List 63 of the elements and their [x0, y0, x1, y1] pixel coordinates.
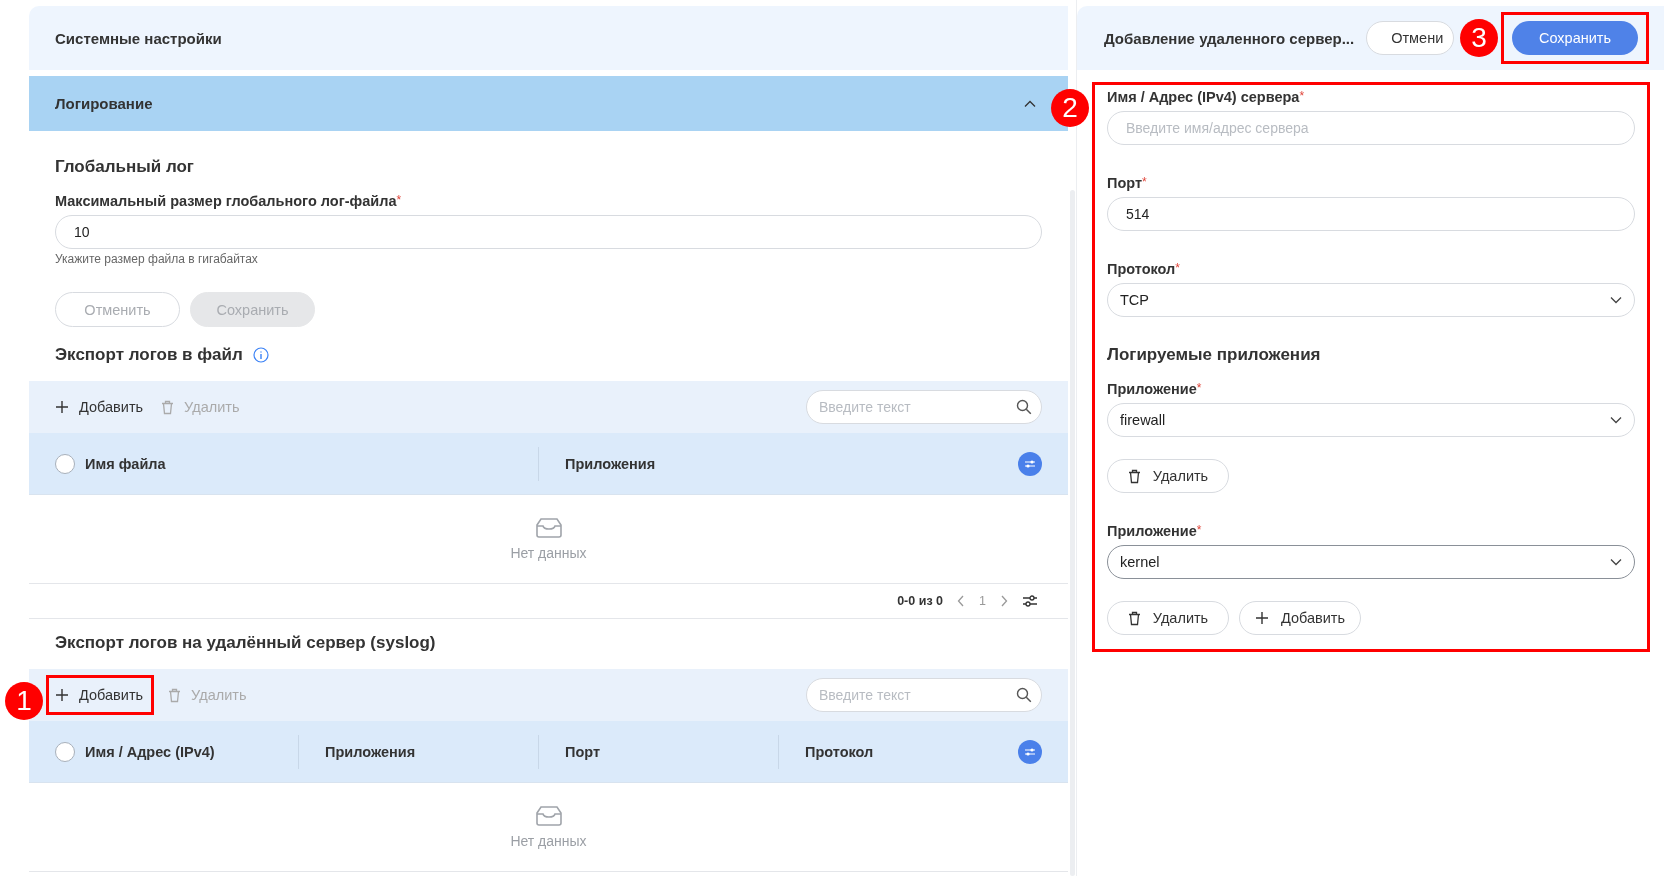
column-header: Протокол	[805, 743, 874, 760]
field-label: Имя / Адрес (IPv4) сервера	[1107, 89, 1300, 105]
required-mark: *	[1196, 381, 1202, 395]
add-button[interactable]: Добавить	[55, 395, 148, 419]
pagination-range: 0-0 из 0	[897, 594, 944, 608]
required-mark: *	[1196, 523, 1202, 537]
number-badge: 3	[1460, 19, 1498, 57]
chevron-down-icon	[1610, 296, 1622, 304]
input-field[interactable]: 10	[55, 215, 1042, 249]
checkbox[interactable]	[55, 741, 75, 762]
panel-title: Системные настройки	[55, 29, 222, 47]
required-mark: *	[1142, 175, 1147, 189]
input-field[interactable]: Введите имя/адрес сервера	[1107, 111, 1635, 145]
column-settings-icon[interactable]	[1018, 451, 1042, 476]
field-label: Максимальный размер глобального лог-файла	[55, 193, 397, 209]
search-field[interactable]: Введите текст	[806, 390, 1042, 424]
column-header: Имя / Адрес (IPv4)	[85, 743, 215, 760]
field-label: Приложение	[1107, 523, 1197, 539]
plus-icon	[55, 688, 69, 702]
section-title: Глобальный лог	[55, 157, 195, 177]
required-mark: *	[1175, 261, 1180, 275]
checkbox[interactable]	[55, 453, 75, 474]
previous-page-icon[interactable]	[957, 595, 966, 607]
column-header: Порт	[565, 743, 601, 760]
cancel-button[interactable]: Отмени	[1366, 21, 1455, 55]
trash-icon	[1127, 468, 1141, 484]
save-button[interactable]: Сохранить	[1512, 21, 1638, 55]
search-icon	[1016, 687, 1032, 703]
number-badge: 1	[5, 682, 43, 720]
input-field[interactable]: 514	[1107, 197, 1635, 231]
column-header: Приложения	[325, 743, 416, 760]
trash-icon	[168, 687, 182, 703]
settings-sliders-icon[interactable]	[1022, 594, 1038, 608]
chevron-up-icon	[1024, 99, 1036, 108]
empty-text: Нет данных	[510, 833, 587, 849]
column-header: Приложения	[565, 455, 656, 472]
empty-text: Нет данных	[510, 545, 587, 561]
empty-inbox-icon	[534, 805, 563, 827]
delete-button[interactable]: Удалить	[1107, 601, 1229, 635]
trash-icon	[1127, 610, 1141, 626]
section-title: Логируемые приложения	[1107, 345, 1322, 365]
search-icon	[1016, 399, 1032, 415]
add-button[interactable]: Добавить	[1239, 601, 1361, 635]
chevron-down-icon	[1610, 416, 1622, 424]
plus-icon	[1254, 611, 1269, 625]
delete-button[interactable]: Удалить	[1107, 459, 1229, 493]
trash-icon	[161, 399, 175, 415]
next-page-icon[interactable]	[1000, 595, 1008, 607]
search-field[interactable]: Введите текст	[806, 678, 1042, 712]
field-label: Порт	[1107, 175, 1143, 191]
empty-inbox-icon	[534, 517, 563, 539]
required-mark: *	[1299, 89, 1305, 103]
section-title: Экспорт логов в файл	[55, 345, 243, 365]
drawer-title: Добавление удаленного сервер...	[1104, 29, 1355, 47]
required-mark: *	[396, 193, 402, 207]
hint-text: Укажите размер файла в гигабайтах	[55, 252, 259, 266]
column-settings-icon[interactable]	[1018, 739, 1042, 764]
column-header: Имя файла	[85, 455, 166, 472]
section-title: Экспорт логов на удалённый сервер (syslog)	[55, 633, 436, 653]
field-label: Протокол	[1107, 261, 1176, 277]
plus-icon	[55, 400, 69, 414]
chevron-down-icon	[1610, 558, 1622, 566]
field-label: Приложение	[1107, 381, 1197, 397]
